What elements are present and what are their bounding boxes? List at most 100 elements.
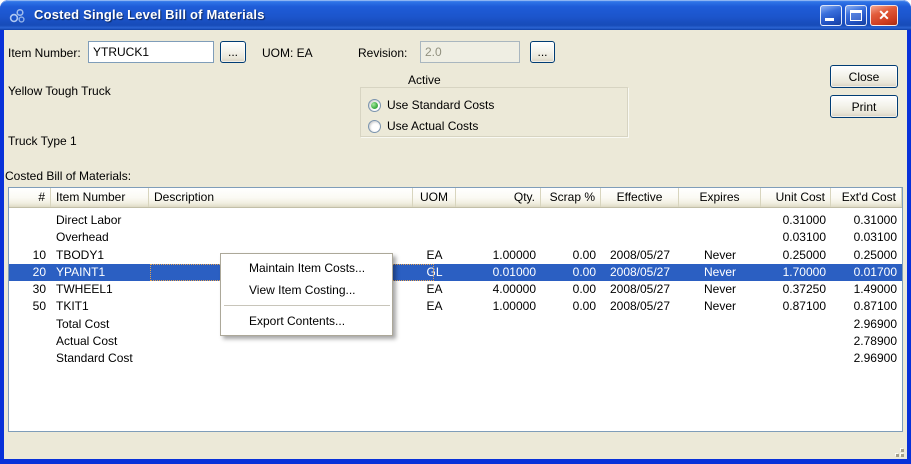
- table-cell: Total Cost: [56, 316, 110, 331]
- table-cell: 0.00: [572, 299, 596, 314]
- column-header[interactable]: Item Number: [51, 188, 149, 207]
- titlebar[interactable]: Costed Single Level Bill of Materials ✕: [0, 0, 911, 30]
- minimize-button[interactable]: [820, 5, 842, 26]
- bom-caption: Costed Bill of Materials:: [5, 169, 132, 183]
- column-header[interactable]: Expires: [679, 188, 761, 207]
- table-cell: [413, 350, 456, 367]
- column-header[interactable]: Scrap %: [541, 188, 601, 207]
- bom-table: # Item Number Description UOM Qty. Scrap % Eff…: [8, 187, 903, 432]
- uom-label: UOM: EA: [262, 46, 313, 60]
- table-cell: Never: [703, 299, 736, 314]
- table-cell: Standard Cost: [56, 351, 133, 366]
- table-cell: 0.03100: [853, 230, 897, 245]
- use-actual-costs-option[interactable]: Use Actual Costs: [368, 118, 478, 134]
- table-cell: 1.70000: [782, 264, 826, 279]
- table-cell: 2008/05/27: [609, 264, 671, 279]
- menu-item[interactable]: Maintain Item Costs...: [221, 257, 392, 279]
- table-cell: [541, 212, 601, 229]
- table-cell: [9, 212, 51, 229]
- table-row[interactable]: 10 TBODY1 EA 1.00000 0.00 2008/05/27 Never 0.25…: [9, 247, 902, 264]
- use-standard-costs-option[interactable]: Use Standard Costs: [368, 97, 494, 113]
- table-row[interactable]: Direct Labor 0.31000 0.31000: [9, 212, 902, 229]
- minimize-icon: [825, 18, 834, 21]
- table-cell: [413, 316, 456, 333]
- table-cell: 0.00: [572, 264, 596, 279]
- table-cell: 2.96900: [853, 316, 897, 331]
- table-cell: [679, 350, 761, 367]
- table-cell: [679, 333, 761, 350]
- close-window-button[interactable]: ✕: [870, 5, 898, 26]
- item-number-input[interactable]: [88, 41, 214, 63]
- table-cell: 2008/05/27: [609, 247, 671, 262]
- revision-browse-button[interactable]: ...: [530, 41, 555, 63]
- table-cell: 0.31000: [853, 213, 897, 227]
- active-label: Active: [408, 73, 441, 87]
- table-cell: [9, 333, 51, 350]
- table-cell: 20: [32, 264, 46, 279]
- table-cell: TBODY1: [56, 247, 105, 262]
- table-cell: [413, 229, 456, 246]
- radio-icon[interactable]: [368, 119, 381, 133]
- menu-separator: [224, 305, 390, 306]
- print-button[interactable]: Print: [830, 95, 898, 118]
- table-cell: [456, 212, 541, 229]
- table-cell: [541, 350, 601, 367]
- maximize-button[interactable]: [845, 5, 867, 26]
- table-row[interactable]: 30 TWHEEL1 EA 4.00000 0.00 2008/05/27 Never 0.3…: [9, 281, 902, 298]
- table-row[interactable]: Total Cost 2.96900: [9, 316, 902, 333]
- revision-input[interactable]: [420, 41, 520, 63]
- table-row[interactable]: Standard Cost 2.96900: [9, 350, 902, 367]
- column-header[interactable]: Effective: [601, 188, 679, 207]
- table-cell: EA: [426, 282, 443, 297]
- radio-label: Use Actual Costs: [387, 119, 479, 133]
- table-row[interactable]: 20 YPAINT1 GL 0.01000 0.00 2008/05/27 Never 1.7…: [9, 263, 902, 282]
- table-cell: 2008/05/27: [609, 299, 671, 314]
- table-cell: [679, 316, 761, 333]
- item-number-browse-button[interactable]: ...: [220, 41, 246, 63]
- table-cell: [679, 229, 761, 246]
- column-header[interactable]: Qty.: [456, 188, 541, 207]
- column-header[interactable]: Description: [149, 188, 413, 207]
- table-cell: 10: [32, 247, 46, 262]
- close-button[interactable]: Close: [830, 65, 898, 88]
- item-number-label: Item Number:: [8, 46, 81, 60]
- table-cell: 1.49000: [853, 282, 897, 297]
- column-header[interactable]: #: [9, 188, 51, 207]
- radio-icon[interactable]: [368, 98, 381, 112]
- table-row[interactable]: Actual Cost 2.78900: [9, 333, 902, 350]
- resize-grip[interactable]: [891, 444, 904, 457]
- table-row[interactable]: Overhead 0.03100 0.03100: [9, 229, 902, 246]
- context-menu: Maintain Item Costs... View Item Costing.…: [220, 253, 393, 336]
- menu-item[interactable]: View Item Costing...: [221, 279, 392, 301]
- table-cell: [149, 229, 413, 246]
- menu-item[interactable]: Export Contents...: [221, 310, 392, 332]
- table-cell: Never: [703, 247, 736, 262]
- radio-label: Use Standard Costs: [387, 98, 495, 112]
- table-cell: Overhead: [56, 230, 109, 245]
- table-row[interactable]: 50 TKIT1 EA 1.00000 0.00 2008/05/27 Never 0.871…: [9, 298, 902, 315]
- table-cell: 50: [32, 299, 46, 314]
- table-cell: [541, 333, 601, 350]
- table-cell: [9, 350, 51, 367]
- table-cell: 0.00: [572, 282, 596, 297]
- table-cell: 2008/05/27: [609, 282, 671, 297]
- column-header[interactable]: Unit Cost: [761, 188, 831, 207]
- table-cell: [761, 316, 831, 333]
- column-header[interactable]: Ext'd Cost: [831, 188, 902, 207]
- table-cell: 0.37250: [782, 282, 826, 297]
- table-cell: YPAINT1: [56, 264, 106, 279]
- table-cell: 0.25000: [853, 247, 897, 262]
- table-cell: 30: [32, 282, 46, 297]
- column-header[interactable]: UOM: [413, 188, 456, 207]
- table-cell: Never: [703, 264, 736, 279]
- table-cell: [601, 350, 679, 367]
- table-cell: 4.00000: [492, 282, 536, 297]
- table-cell: [601, 212, 679, 229]
- table-cell: TWHEEL1: [56, 282, 113, 297]
- table-cell: 1.00000: [492, 299, 536, 314]
- table-cell: [456, 333, 541, 350]
- linked-circles-icon: [9, 8, 25, 23]
- table-cell: EA: [426, 247, 443, 262]
- table-cell: 0.25000: [782, 247, 826, 262]
- table-cell: 0.01000: [492, 264, 536, 279]
